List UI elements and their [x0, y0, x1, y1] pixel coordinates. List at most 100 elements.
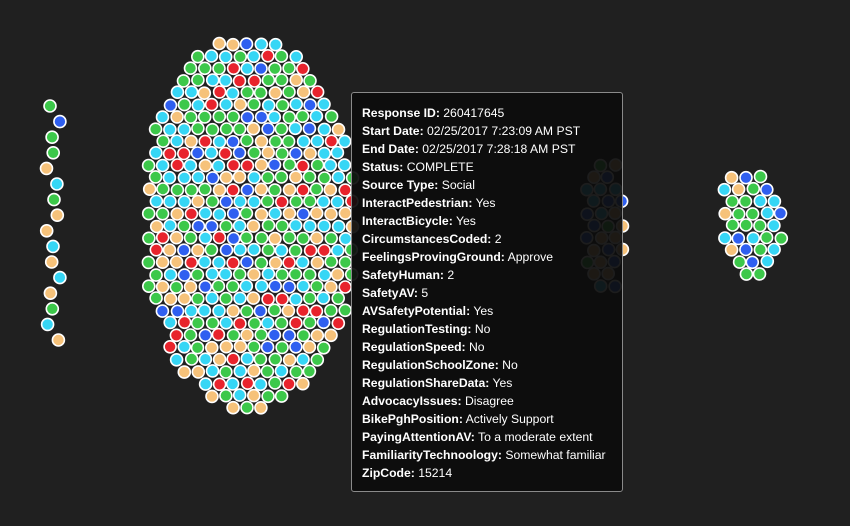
response-dot[interactable]	[247, 146, 262, 160]
response-dot[interactable]	[282, 206, 297, 221]
response-dot[interactable]	[302, 291, 317, 305]
response-dot[interactable]	[156, 134, 170, 148]
response-dot[interactable]	[323, 158, 338, 173]
response-dot[interactable]	[239, 37, 254, 51]
response-dot[interactable]	[46, 239, 60, 254]
response-dot[interactable]	[197, 303, 212, 318]
response-dot[interactable]	[275, 146, 289, 161]
response-dot[interactable]	[295, 255, 310, 270]
response-dot[interactable]	[155, 255, 170, 270]
response-dot[interactable]	[39, 161, 54, 176]
response-dot[interactable]	[718, 231, 732, 245]
response-dot[interactable]	[317, 171, 332, 185]
response-dot[interactable]	[191, 219, 206, 233]
response-dot[interactable]	[232, 388, 247, 402]
response-dot[interactable]	[274, 389, 289, 403]
response-dot[interactable]	[316, 315, 331, 330]
response-dot[interactable]	[253, 304, 268, 318]
response-dot[interactable]	[317, 97, 331, 112]
response-dot[interactable]	[225, 377, 240, 391]
response-dot[interactable]	[268, 61, 282, 76]
response-dot[interactable]	[190, 340, 205, 355]
response-dot[interactable]	[212, 61, 226, 76]
response-dot[interactable]	[316, 340, 331, 355]
response-dot[interactable]	[247, 339, 261, 354]
response-dot[interactable]	[261, 218, 276, 233]
response-dot[interactable]	[268, 206, 282, 221]
response-dot[interactable]	[226, 231, 241, 246]
response-dot[interactable]	[331, 291, 346, 306]
response-dot[interactable]	[141, 158, 156, 173]
response-dot[interactable]	[275, 292, 290, 306]
response-dot[interactable]	[219, 195, 233, 209]
response-dot[interactable]	[212, 135, 227, 149]
response-dot[interactable]	[303, 243, 318, 258]
response-dot[interactable]	[233, 364, 248, 379]
response-dot[interactable]	[190, 316, 205, 330]
response-dot[interactable]	[767, 194, 782, 209]
response-dot[interactable]	[261, 267, 276, 281]
response-dot[interactable]	[324, 280, 338, 294]
response-dot[interactable]	[184, 207, 199, 221]
response-dot[interactable]	[53, 270, 67, 285]
response-dot[interactable]	[240, 304, 254, 319]
response-dot[interactable]	[204, 97, 219, 112]
response-dot[interactable]	[176, 74, 191, 88]
response-dot[interactable]	[296, 85, 311, 99]
response-dot[interactable]	[198, 231, 213, 245]
response-dot[interactable]	[247, 97, 261, 112]
response-dot[interactable]	[289, 339, 303, 354]
response-dot[interactable]	[253, 85, 268, 100]
response-dot[interactable]	[330, 243, 345, 258]
response-dot[interactable]	[219, 243, 234, 257]
response-dot[interactable]	[191, 291, 205, 306]
response-dot[interactable]	[260, 364, 275, 379]
response-dot[interactable]	[239, 230, 254, 245]
response-dot[interactable]	[177, 122, 191, 137]
response-dot[interactable]	[170, 110, 184, 124]
response-dot[interactable]	[282, 183, 297, 197]
response-dot[interactable]	[212, 352, 227, 367]
response-dot[interactable]	[149, 194, 164, 209]
response-dot[interactable]	[198, 182, 212, 197]
response-dot[interactable]	[724, 243, 739, 257]
response-dot[interactable]	[247, 74, 262, 88]
response-dot[interactable]	[261, 292, 275, 307]
response-dot[interactable]	[226, 352, 240, 366]
response-dot[interactable]	[156, 182, 170, 196]
response-dot[interactable]	[317, 219, 331, 233]
response-dot[interactable]	[205, 364, 220, 378]
response-dot[interactable]	[226, 304, 240, 318]
response-dot[interactable]	[267, 303, 282, 318]
response-dot[interactable]	[219, 291, 233, 306]
response-dot[interactable]	[309, 231, 324, 245]
response-dot[interactable]	[232, 267, 247, 282]
response-dot[interactable]	[247, 388, 261, 403]
response-dot[interactable]	[212, 255, 226, 270]
response-dot[interactable]	[212, 207, 227, 222]
response-dot[interactable]	[233, 97, 248, 112]
response-dot[interactable]	[155, 304, 170, 318]
response-dot[interactable]	[302, 315, 317, 330]
response-dot[interactable]	[296, 207, 311, 221]
response-dot[interactable]	[226, 206, 241, 221]
response-dot[interactable]	[246, 49, 261, 64]
response-dot[interactable]	[226, 37, 240, 52]
response-dot[interactable]	[288, 218, 303, 233]
response-dot[interactable]	[177, 291, 192, 306]
response-dot[interactable]	[296, 279, 311, 293]
response-dot[interactable]	[198, 134, 212, 149]
response-dot[interactable]	[218, 73, 233, 88]
response-dot[interactable]	[46, 146, 61, 160]
response-dot[interactable]	[247, 195, 261, 209]
response-dot[interactable]	[204, 49, 219, 63]
response-dot[interactable]	[309, 182, 324, 196]
response-dot[interactable]	[767, 218, 781, 233]
response-dot[interactable]	[254, 231, 269, 245]
response-dot[interactable]	[177, 268, 192, 282]
response-dot[interactable]	[43, 286, 58, 301]
response-dot[interactable]	[149, 268, 163, 282]
response-dot[interactable]	[281, 303, 296, 318]
response-dot[interactable]	[204, 219, 219, 234]
response-dot[interactable]	[288, 267, 303, 282]
